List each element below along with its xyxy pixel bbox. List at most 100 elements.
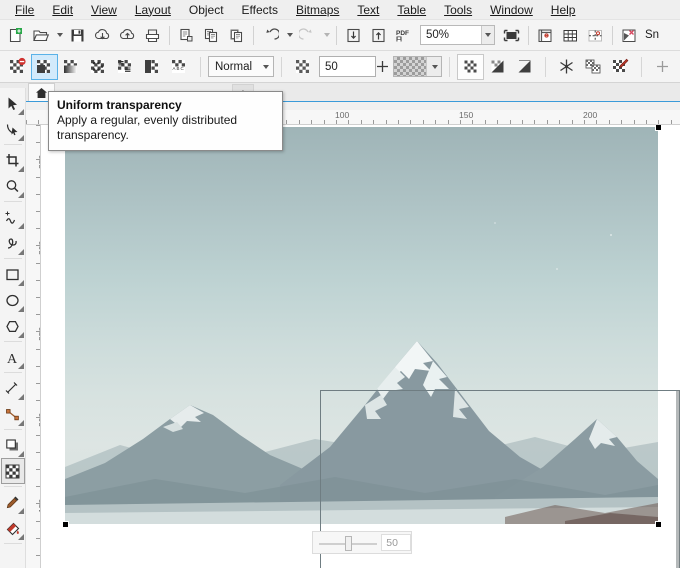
show-rulers-icon[interactable] bbox=[533, 23, 558, 48]
open-document-icon[interactable] bbox=[28, 23, 53, 48]
shape-tool-icon[interactable] bbox=[1, 116, 25, 142]
drop-shadow-tool-icon[interactable] bbox=[1, 432, 25, 458]
save-document-icon[interactable] bbox=[65, 23, 90, 48]
edit-transparency-icon[interactable] bbox=[607, 54, 634, 80]
open-document-dropdown[interactable] bbox=[53, 23, 65, 48]
cut-icon[interactable] bbox=[174, 23, 199, 48]
crop-tool-icon[interactable] bbox=[1, 147, 25, 173]
interactive-fill-tool-icon[interactable] bbox=[1, 515, 25, 541]
transparency-amount-field[interactable] bbox=[319, 56, 376, 77]
toolbox-separator-2 bbox=[3, 201, 22, 202]
no-transparency-icon[interactable] bbox=[4, 54, 31, 80]
floating-transparency-slider[interactable]: 50 bbox=[312, 531, 412, 554]
apply-to-outline-icon[interactable] bbox=[511, 54, 538, 80]
publish-up-icon[interactable] bbox=[366, 23, 391, 48]
more-options-icon[interactable] bbox=[649, 54, 676, 80]
zoom-level-dropdown[interactable] bbox=[480, 26, 494, 44]
copy-transparency-icon[interactable] bbox=[580, 54, 607, 80]
transparency-tool-icon[interactable] bbox=[0, 458, 25, 484]
rectangle-tool-icon[interactable] bbox=[1, 261, 25, 287]
zoom-level-input[interactable] bbox=[421, 26, 481, 44]
copy-icon[interactable] bbox=[199, 23, 224, 48]
new-document-icon[interactable] bbox=[3, 23, 28, 48]
menu-item-view[interactable]: View bbox=[82, 1, 126, 19]
transparency-amount-icon bbox=[289, 54, 316, 80]
menu-item-table[interactable]: Table bbox=[388, 1, 435, 19]
toolbox: A bbox=[0, 88, 26, 568]
vector-pattern-transparency-icon[interactable] bbox=[85, 54, 112, 80]
print-icon[interactable] bbox=[140, 23, 165, 48]
standard-toolbar: PDF 50% Sn bbox=[0, 20, 680, 51]
transparency-preview-combo[interactable] bbox=[392, 56, 442, 77]
undo-icon[interactable] bbox=[258, 23, 283, 48]
menu-item-layout[interactable]: Layout bbox=[126, 1, 180, 19]
import-icon[interactable] bbox=[90, 23, 115, 48]
undo-dropdown[interactable] bbox=[283, 23, 295, 48]
uniform-transparency-icon[interactable] bbox=[31, 53, 58, 80]
selection-handle-top-right[interactable] bbox=[655, 125, 662, 131]
apply-to-fill-icon[interactable] bbox=[484, 54, 511, 80]
toolbar-separator-5 bbox=[612, 25, 613, 45]
polygon-tool-icon[interactable] bbox=[1, 313, 25, 339]
merge-mode-dropdown-icon[interactable] bbox=[257, 64, 273, 69]
transparency-preview-dropdown[interactable] bbox=[426, 57, 441, 76]
paste-icon[interactable] bbox=[224, 23, 249, 48]
menu-item-object[interactable]: Object bbox=[180, 1, 233, 19]
toolbox-separator-3 bbox=[3, 258, 22, 259]
menu-item-file[interactable]: File bbox=[6, 1, 43, 19]
fullscreen-preview-icon[interactable] bbox=[499, 23, 524, 48]
show-guidelines-icon[interactable] bbox=[583, 23, 608, 48]
transparency-amount-input[interactable] bbox=[320, 57, 375, 76]
color-eyedropper-tool-icon[interactable] bbox=[1, 489, 25, 515]
text-tool-icon[interactable]: A bbox=[1, 344, 25, 370]
ellipse-tool-icon[interactable] bbox=[1, 287, 25, 313]
coreldraw-window: File Edit View Layout Object Effects Bit… bbox=[0, 0, 680, 568]
fountain-transparency-icon[interactable] bbox=[58, 54, 85, 80]
transparency-slider-handle[interactable] bbox=[376, 60, 390, 73]
drawing-canvas[interactable] bbox=[41, 125, 680, 568]
selection-handle-bottom-left[interactable] bbox=[62, 521, 69, 528]
transparency-gray-bar[interactable] bbox=[676, 390, 680, 568]
menu-label-window: Window bbox=[490, 2, 533, 17]
zoom-tool-icon[interactable] bbox=[1, 173, 25, 199]
snap-to-icon[interactable] bbox=[617, 23, 642, 48]
export-pdf-icon[interactable]: PDF bbox=[391, 23, 416, 48]
merge-mode-combo[interactable]: Normal bbox=[208, 56, 274, 77]
artistic-media-tool-icon[interactable] bbox=[1, 230, 25, 256]
menu-item-effects[interactable]: Effects bbox=[233, 1, 287, 19]
property-separator-3 bbox=[449, 56, 450, 77]
straight-line-connector-tool-icon[interactable] bbox=[1, 401, 25, 427]
parallel-dimension-tool-icon[interactable] bbox=[1, 375, 25, 401]
redo-icon[interactable] bbox=[295, 23, 320, 48]
merge-mode-value: Normal bbox=[215, 60, 253, 73]
selection-handle-bottom-right[interactable] bbox=[655, 521, 662, 528]
zoom-level-combo[interactable] bbox=[420, 25, 495, 45]
pick-tool-icon[interactable] bbox=[1, 90, 25, 116]
menu-item-bitmaps[interactable]: Bitmaps bbox=[287, 1, 348, 19]
menu-item-tools[interactable]: Tools bbox=[435, 1, 481, 19]
floating-slider-track[interactable] bbox=[319, 532, 380, 553]
menu-item-window[interactable]: Window bbox=[481, 1, 542, 19]
texture-transparency-icon[interactable]: ABC bbox=[166, 54, 193, 80]
export-icon[interactable] bbox=[115, 23, 140, 48]
menu-item-help[interactable]: Help bbox=[542, 1, 585, 19]
show-grid-icon[interactable] bbox=[558, 23, 583, 48]
menu-label-layout: Layout bbox=[134, 2, 171, 17]
bitmap-pattern-transparency-icon[interactable] bbox=[112, 54, 139, 80]
floating-slider-thumb[interactable] bbox=[345, 536, 352, 551]
toolbox-separator-1 bbox=[3, 144, 22, 145]
menu-item-edit[interactable]: Edit bbox=[43, 1, 82, 19]
property-separator-1 bbox=[200, 56, 201, 77]
floating-slider-value[interactable]: 50 bbox=[381, 534, 411, 551]
apply-to-all-icon[interactable] bbox=[457, 53, 484, 80]
toolbox-separator-6 bbox=[3, 429, 22, 430]
publish-down-icon[interactable] bbox=[341, 23, 366, 48]
vertical-ruler[interactable]: 350 300 250 200 150 bbox=[26, 125, 41, 568]
two-color-pattern-transparency-icon[interactable] bbox=[139, 54, 166, 80]
freehand-tool-icon[interactable] bbox=[1, 204, 25, 230]
property-separator-4 bbox=[545, 56, 546, 77]
toolbox-separator-8 bbox=[3, 543, 22, 544]
menu-item-text[interactable]: Text bbox=[348, 1, 388, 19]
redo-dropdown[interactable] bbox=[320, 23, 332, 48]
freeze-transparency-icon[interactable] bbox=[553, 54, 580, 80]
